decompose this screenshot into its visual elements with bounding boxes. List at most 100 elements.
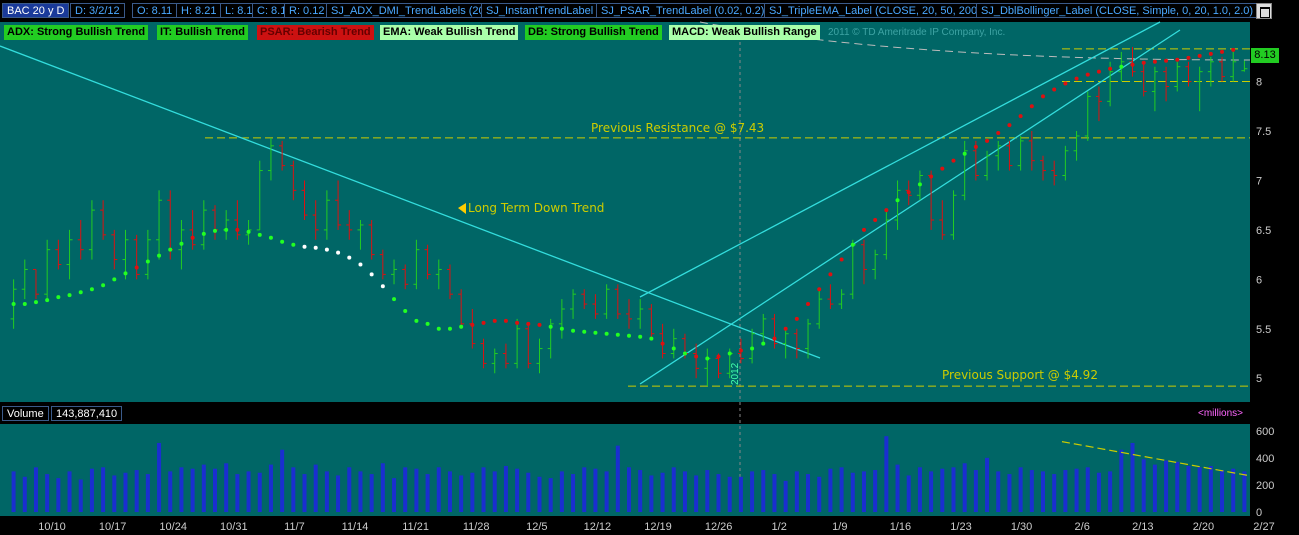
psar-dot [358, 262, 363, 267]
support-label: Previous Support @ $4.92 [942, 368, 1098, 382]
volume-bar [45, 474, 50, 512]
volume-bar [571, 474, 576, 512]
volume-bar [515, 468, 520, 512]
volume-bar [638, 470, 643, 512]
psar-dot [1164, 58, 1169, 63]
volume-bar [1130, 442, 1135, 512]
panel-divider [0, 402, 1299, 406]
psar-dot [436, 326, 441, 331]
volume-bar [246, 471, 251, 512]
psar-dot [313, 245, 318, 250]
volume-bar [89, 468, 94, 512]
date-tick-label: 11/28 [463, 521, 490, 533]
psar-dot [291, 242, 296, 247]
psar-dot [56, 295, 61, 300]
volume-bar [1231, 468, 1236, 512]
volume-bar [895, 464, 900, 512]
volume-bar [839, 467, 844, 512]
volume-bar [134, 470, 139, 512]
psar-dot [985, 138, 990, 143]
volume-bar [1063, 470, 1068, 512]
it-trend-label: IT: Bullish Trend [157, 25, 248, 40]
volume-bar [973, 470, 978, 512]
volume-bar [727, 476, 732, 512]
volume-bar [761, 470, 766, 512]
date-tick-label: 11/14 [342, 521, 369, 533]
volume-bar [1085, 467, 1090, 512]
psar-dot [89, 287, 94, 292]
psar-dot [828, 272, 833, 277]
psar-dot [78, 290, 83, 295]
volume-bar [906, 475, 911, 512]
date-tick-label: 12/12 [584, 521, 612, 533]
volume-bar [1242, 471, 1247, 512]
volume-tick-label: 400 [1256, 453, 1274, 465]
volume-bar [615, 445, 620, 512]
psar-dot [1186, 55, 1191, 60]
psar-dot [447, 326, 452, 331]
psar-dot [839, 257, 844, 262]
volume-bar [324, 471, 329, 512]
price-tick-label: 5 [1256, 373, 1262, 385]
volume-bar [257, 472, 262, 512]
volume-bar [1029, 470, 1034, 512]
psar-dot [671, 346, 676, 351]
volume-bar [201, 464, 206, 512]
psar-dot [861, 227, 866, 232]
psar-dot [380, 284, 385, 289]
psar-dot [33, 300, 38, 305]
volume-bar [291, 467, 296, 512]
volume-bar [1197, 467, 1202, 512]
date-tick-label: 11/7 [284, 521, 305, 533]
volume-bar [56, 478, 61, 512]
volume-bar [358, 471, 363, 512]
volume-units: <millions> [1198, 408, 1244, 419]
date-tick-label: 10/10 [38, 521, 66, 533]
date-tick-label: 2/6 [1075, 521, 1090, 533]
volume-bar [67, 471, 72, 512]
year-label: 2012 [730, 362, 741, 385]
psar-dot [783, 326, 788, 331]
psar-dot [750, 346, 755, 351]
volume-bar [604, 471, 609, 512]
psar-dot [917, 182, 922, 187]
volume-bar [1208, 465, 1213, 512]
volume-bar [224, 463, 229, 512]
psar-dot [548, 324, 553, 329]
price-tick-label: 8 [1256, 77, 1262, 89]
psar-dot [112, 277, 117, 282]
volume-bar [985, 457, 990, 512]
psar-dot [403, 308, 408, 313]
psar-dot [1029, 104, 1034, 109]
volume-value: 143,887,410 [51, 406, 123, 421]
volume-bar [1007, 474, 1012, 512]
price-panel-bg [0, 22, 1250, 402]
psar-dot [1152, 59, 1157, 64]
volume-bar [313, 464, 318, 512]
volume-bar [559, 471, 564, 512]
date-tick-label: 2/13 [1132, 521, 1153, 533]
volume-bar [380, 463, 385, 512]
volume-bar [347, 467, 352, 512]
volume-bar [806, 474, 811, 512]
volume-bar [917, 467, 922, 512]
volume-bar [268, 464, 273, 512]
volume-bar [22, 476, 27, 512]
psar-dot [705, 356, 710, 361]
psar-dot [179, 241, 184, 246]
volume-bar [369, 474, 374, 512]
psar-dot [268, 235, 273, 240]
psar-dot [201, 231, 206, 236]
psar-dot [772, 336, 777, 341]
psar-dot [67, 293, 72, 298]
volume-bar [873, 470, 878, 512]
volume-bar [783, 480, 788, 512]
psar-dot [235, 227, 240, 232]
psar-dot [794, 316, 799, 321]
price-tick-label: 6 [1256, 274, 1262, 286]
volume-bar [660, 472, 665, 512]
psar-dot [1085, 72, 1090, 77]
adx-trend-label: ADX: Strong Bullish Trend [4, 25, 149, 40]
volume-bar [1096, 472, 1101, 512]
volume-bar [1175, 461, 1180, 512]
